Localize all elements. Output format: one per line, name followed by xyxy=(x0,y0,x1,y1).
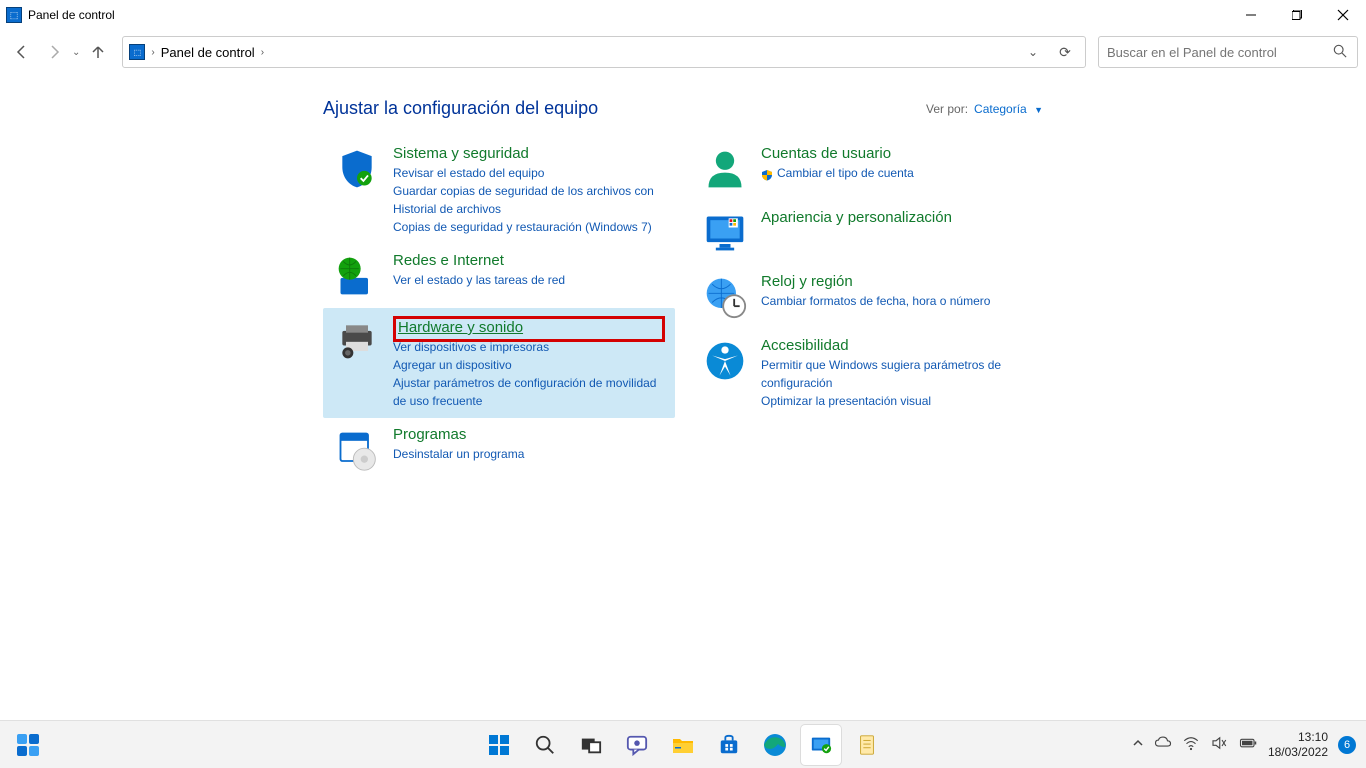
taskbar-app-chat[interactable] xyxy=(617,725,657,765)
category-title[interactable]: Cuentas de usuario xyxy=(761,145,914,162)
notifications-badge[interactable]: 6 xyxy=(1338,736,1356,754)
battery-icon[interactable] xyxy=(1238,734,1258,755)
taskbar-app-edge[interactable] xyxy=(755,725,795,765)
minimize-button[interactable] xyxy=(1228,0,1274,30)
taskbar-app-explorer[interactable] xyxy=(663,725,703,765)
printer-icon xyxy=(333,316,381,364)
category-link[interactable]: Guardar copias de seguridad de los archi… xyxy=(393,182,665,218)
wifi-icon[interactable] xyxy=(1182,734,1200,755)
content-area: Ajustar la configuración del equipo Ver … xyxy=(0,74,1366,482)
category-clock-region[interactable]: Reloj y región Cambiar formatos de fecha… xyxy=(691,265,1043,329)
category-appearance[interactable]: Apariencia y personalización xyxy=(691,201,1043,265)
tray-clock[interactable]: 13:10 18/03/2022 xyxy=(1268,730,1328,759)
category-link[interactable]: Agregar un dispositivo xyxy=(393,356,665,374)
search-box[interactable] xyxy=(1098,36,1358,68)
toolbar: ⌄ ⬚ › Panel de control › ⌄ ⟳ xyxy=(0,30,1366,74)
category-title[interactable]: Accesibilidad xyxy=(761,337,1033,354)
user-icon xyxy=(701,145,749,193)
refresh-button[interactable]: ⟳ xyxy=(1051,44,1079,61)
control-panel-icon: ⬚ xyxy=(6,7,22,23)
tray-overflow-icon[interactable] xyxy=(1132,737,1144,752)
category-link[interactable]: Optimizar la presentación visual xyxy=(761,392,1033,410)
view-by-dropdown[interactable]: Categoría ▼ xyxy=(974,102,1043,116)
volume-icon[interactable] xyxy=(1210,734,1228,755)
category-title[interactable]: Reloj y región xyxy=(761,273,990,290)
address-bar[interactable]: ⬚ › Panel de control › ⌄ ⟳ xyxy=(122,36,1086,68)
taskbar-app-notepad[interactable] xyxy=(847,725,887,765)
view-by-value: Categoría xyxy=(974,102,1027,116)
taskbar-search-button[interactable] xyxy=(525,725,565,765)
forward-button[interactable] xyxy=(40,38,68,66)
clock-globe-icon xyxy=(701,273,749,321)
category-link[interactable]: Ver el estado y las tareas de red xyxy=(393,271,565,289)
category-link[interactable]: Ver dispositivos e impresoras xyxy=(393,338,665,356)
category-link[interactable]: Permitir que Windows sugiera parámetros … xyxy=(761,356,1033,392)
breadcrumb[interactable]: Panel de control xyxy=(161,45,255,60)
category-user-accounts[interactable]: Cuentas de usuario Cambiar el tipo de cu… xyxy=(691,137,1043,201)
window-title: Panel de control xyxy=(28,8,115,22)
onedrive-icon[interactable] xyxy=(1154,734,1172,755)
chevron-down-icon: ▼ xyxy=(1034,105,1043,115)
category-network-internet[interactable]: Redes e Internet Ver el estado y las tar… xyxy=(323,244,675,308)
uac-shield-icon xyxy=(761,168,773,180)
history-dropdown[interactable]: ⌄ xyxy=(72,47,80,58)
control-panel-icon: ⬚ xyxy=(129,44,145,60)
category-link[interactable]: Revisar el estado del equipo xyxy=(393,164,665,182)
task-view-button[interactable] xyxy=(571,725,611,765)
category-system-security[interactable]: Sistema y seguridad Revisar el estado de… xyxy=(323,137,675,244)
start-button[interactable] xyxy=(479,725,519,765)
category-programs[interactable]: Programas Desinstalar un programa xyxy=(323,418,675,482)
taskbar-app-control-panel[interactable] xyxy=(801,725,841,765)
category-link[interactable]: Cambiar formatos de fecha, hora o número xyxy=(761,292,990,310)
monitor-icon xyxy=(701,209,749,257)
programs-icon xyxy=(333,426,381,474)
search-icon[interactable] xyxy=(1333,44,1349,61)
tray-date: 18/03/2022 xyxy=(1268,745,1328,759)
page-heading: Ajustar la configuración del equipo xyxy=(323,98,598,119)
widgets-button[interactable] xyxy=(8,725,48,765)
back-button[interactable] xyxy=(8,38,36,66)
category-title[interactable]: Sistema y seguridad xyxy=(393,145,665,162)
close-button[interactable] xyxy=(1320,0,1366,30)
chevron-right-icon[interactable]: › xyxy=(261,47,264,58)
maximize-button[interactable] xyxy=(1274,0,1320,30)
chevron-right-icon[interactable]: › xyxy=(151,47,154,58)
category-accessibility[interactable]: Accesibilidad Permitir que Windows sugie… xyxy=(691,329,1043,418)
titlebar: ⬚ Panel de control xyxy=(0,0,1366,30)
category-title[interactable]: Hardware y sonido xyxy=(398,319,523,336)
category-link[interactable]: Copias de seguridad y restauración (Wind… xyxy=(393,218,665,236)
category-hardware-sound[interactable]: Hardware y sonido Ver dispositivos e imp… xyxy=(323,308,675,418)
shield-icon xyxy=(333,145,381,193)
category-link[interactable]: Ajustar parámetros de configuración de m… xyxy=(393,374,665,410)
tray-time: 13:10 xyxy=(1268,730,1328,744)
globe-icon xyxy=(333,252,381,300)
view-by-label: Ver por: xyxy=(926,102,968,116)
category-link[interactable]: Cambiar el tipo de cuenta xyxy=(761,164,914,182)
category-link[interactable]: Desinstalar un programa xyxy=(393,445,524,463)
accessibility-icon xyxy=(701,337,749,385)
category-title[interactable]: Programas xyxy=(393,426,524,443)
search-input[interactable] xyxy=(1107,45,1333,60)
taskbar[interactable]: 13:10 18/03/2022 6 xyxy=(0,720,1366,768)
taskbar-app-store[interactable] xyxy=(709,725,749,765)
up-button[interactable] xyxy=(84,38,112,66)
address-dropdown[interactable]: ⌄ xyxy=(1021,45,1045,59)
category-title[interactable]: Apariencia y personalización xyxy=(761,209,952,226)
category-title[interactable]: Redes e Internet xyxy=(393,252,565,269)
